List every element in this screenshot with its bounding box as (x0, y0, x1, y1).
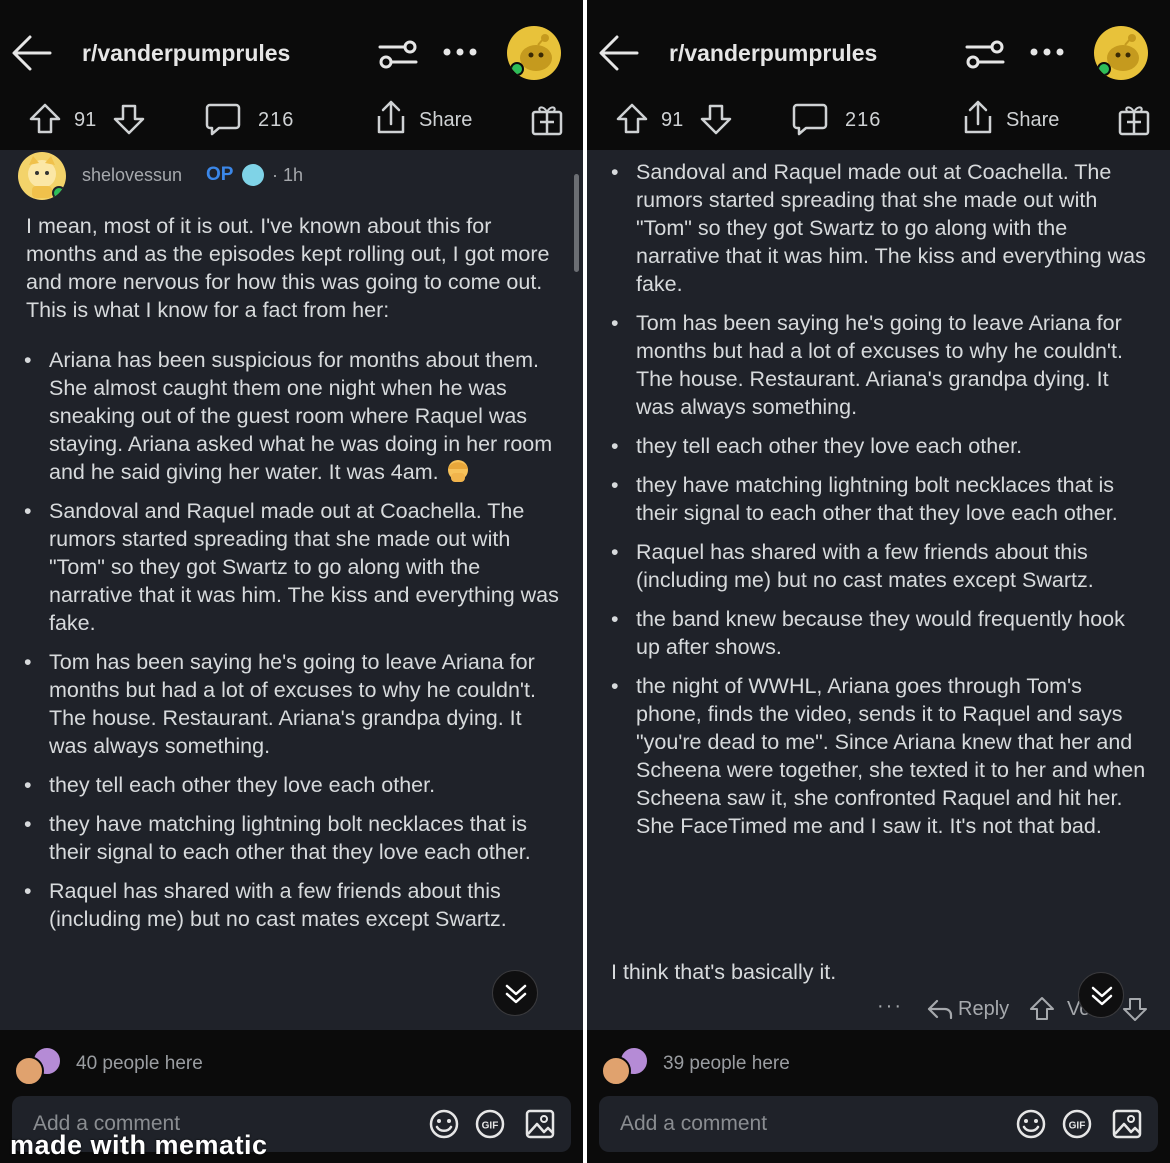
gif-label: GIF (1069, 1121, 1086, 1132)
presence-avatars (14, 1042, 74, 1086)
list-item: Ariana has been suspicious for months ab… (24, 346, 564, 486)
comment-bubble-icon[interactable] (792, 102, 828, 136)
list-item: Tom has been saying he's going to leave … (24, 648, 564, 760)
op-badge: OP (206, 164, 234, 185)
upvote-icon[interactable] (615, 102, 649, 136)
double-chevron-down-icon (505, 984, 527, 1004)
list-item: Sandoval and Raquel made out at Coachell… (611, 158, 1151, 298)
more-options-icon[interactable] (442, 46, 478, 58)
gif-label: GIF (482, 1121, 499, 1132)
list-item: they have matching lightning bolt neckla… (611, 471, 1151, 527)
commenter-avatar[interactable] (18, 152, 66, 200)
avatar (14, 1056, 44, 1086)
people-here-count: 40 people here (76, 1053, 203, 1074)
right-screenshot-panel: r/vanderpumprules 91 216 Share Sandoval … (587, 0, 1170, 1163)
user-flair-icon (242, 164, 264, 186)
list-item: Sandoval and Raquel made out at Coachell… (24, 497, 564, 637)
user-avatar-snoo[interactable] (1094, 26, 1148, 80)
downvote-icon[interactable] (699, 102, 733, 136)
comment-count: 216 (845, 109, 882, 131)
share-icon[interactable] (961, 100, 995, 136)
comment-intro-text: I mean, most of it is out. I've known ab… (26, 214, 550, 322)
comment-more-button[interactable]: ··· (877, 995, 903, 1018)
comment-timestamp: · 1h (272, 165, 304, 185)
user-avatar-snoo[interactable] (507, 26, 561, 80)
list-item: Tom has been saying he's going to leave … (611, 309, 1151, 421)
list-item: they tell each other they love each othe… (611, 432, 1151, 460)
presence-avatars (601, 1042, 661, 1086)
scrollbar[interactable] (574, 174, 579, 272)
award-gift-icon[interactable] (1117, 102, 1151, 136)
comment-thread: Sandoval and Raquel made out at Coachell… (587, 150, 1170, 1030)
upvote-count: 91 (74, 109, 97, 131)
online-indicator (510, 62, 524, 76)
mematic-watermark: made with mematic (10, 1130, 268, 1160)
comment-downvote-icon[interactable] (1122, 996, 1148, 1022)
avatar (601, 1056, 631, 1086)
left-screenshot-panel: r/vanderpumprules 91 216 Share shelovess… (0, 0, 583, 1163)
post-action-bar: 91 216 Share (587, 96, 1170, 146)
scroll-down-button[interactable] (492, 970, 538, 1016)
comment-username[interactable]: shelovessun (82, 165, 182, 186)
top-bar: r/vanderpumprules 91 216 Share (0, 0, 583, 150)
emoji-picker-icon[interactable] (428, 1108, 460, 1140)
back-arrow-icon[interactable] (10, 34, 52, 72)
subreddit-title[interactable]: r/vanderpumprules (82, 40, 290, 67)
double-chevron-down-icon (1091, 986, 1113, 1006)
top-bar: r/vanderpumprules 91 216 Share (587, 0, 1170, 150)
subreddit-title[interactable]: r/vanderpumprules (669, 40, 877, 67)
upvote-icon[interactable] (28, 102, 62, 136)
composer-area: 39 people here Add a comment GIF (587, 1030, 1170, 1163)
scroll-down-button[interactable] (1078, 972, 1124, 1018)
people-here-count: 39 people here (663, 1053, 790, 1074)
reply-button[interactable]: Reply (958, 998, 1009, 1021)
comment-header: shelovessun OP · 1h (18, 150, 558, 200)
list-item: the night of WWHL, Ariana goes through T… (611, 672, 1151, 840)
comment-thread: shelovessun OP · 1h I mean, most of it i… (0, 150, 583, 1030)
reply-arrow-icon[interactable] (927, 998, 953, 1020)
online-indicator (1097, 62, 1111, 76)
online-indicator (52, 186, 66, 200)
image-upload-icon[interactable] (524, 1108, 556, 1140)
upvote-count: 91 (661, 109, 684, 131)
more-options-icon[interactable] (1029, 46, 1065, 58)
gif-picker-icon[interactable]: GIF (474, 1108, 506, 1140)
image-upload-icon[interactable] (1111, 1108, 1143, 1140)
facepalm-emoji-icon (447, 460, 468, 482)
comment-upvote-icon[interactable] (1029, 996, 1055, 1022)
downvote-icon[interactable] (112, 102, 146, 136)
comment-input-placeholder: Add a comment (620, 1112, 768, 1135)
gif-picker-icon[interactable]: GIF (1061, 1108, 1093, 1140)
comment-closing-text: I think that's basically it. (611, 960, 837, 984)
emoji-picker-icon[interactable] (1015, 1108, 1047, 1140)
share-icon[interactable] (374, 100, 408, 136)
comment-bullet-list: Sandoval and Raquel made out at Coachell… (611, 158, 1151, 851)
award-gift-icon[interactable] (530, 102, 564, 136)
share-button[interactable]: Share (1006, 109, 1059, 132)
list-item: the band knew because they would frequen… (611, 605, 1151, 661)
add-comment-input[interactable]: Add a comment GIF (599, 1096, 1158, 1152)
comment-bubble-icon[interactable] (205, 102, 241, 136)
list-item: Raquel has shared with a few friends abo… (24, 877, 564, 933)
comment-actions: ··· Reply Vo (587, 990, 1147, 1030)
comment-count: 216 (258, 109, 295, 131)
share-button[interactable]: Share (419, 109, 472, 132)
comment-bullet-list: Ariana has been suspicious for months ab… (24, 346, 564, 944)
post-action-bar: 91 216 Share (0, 96, 583, 146)
filter-sliders-icon[interactable] (965, 38, 1005, 70)
back-arrow-icon[interactable] (597, 34, 639, 72)
list-item: they tell each other they love each othe… (24, 771, 564, 799)
filter-sliders-icon[interactable] (378, 38, 418, 70)
list-item: they have matching lightning bolt neckla… (24, 810, 564, 866)
list-item: Raquel has shared with a few friends abo… (611, 538, 1151, 594)
